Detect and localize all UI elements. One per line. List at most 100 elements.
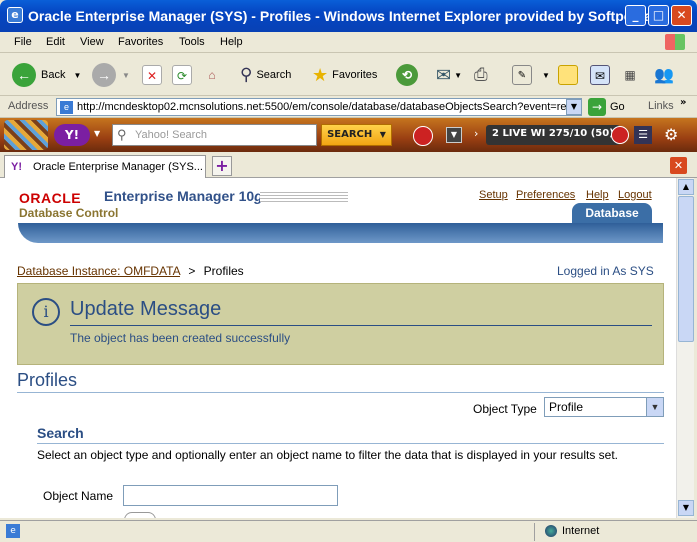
edit-dropdown-icon[interactable]: ▼	[542, 71, 550, 80]
tab-bar: Y! Oracle Enterprise Manager (SYS... + ✕	[0, 152, 697, 178]
yahoo-toolbar: Y! ▼ ⚲ Yahoo! Search SEARCH ▼ ▼ › 2 LIVE…	[0, 118, 697, 152]
object-type-value: Profile	[549, 400, 584, 414]
search-description: Select an object type and optionally ent…	[37, 448, 619, 462]
maximize-button[interactable]: □	[648, 5, 669, 26]
yahoo-search-label: SEARCH	[327, 129, 373, 140]
menu-favorites[interactable]: Favorites	[118, 36, 163, 48]
print-button[interactable]: ⎙	[474, 60, 488, 90]
yahoo-dropdown-icon[interactable]: ▼	[446, 127, 462, 143]
object-type-select[interactable]: Profile ▼	[544, 397, 664, 417]
update-message-title: Update Message	[70, 298, 222, 320]
go-arrow-icon: →	[588, 98, 606, 116]
favorites-button[interactable]: ★ Favorites	[312, 60, 377, 90]
object-name-input[interactable]	[123, 485, 338, 506]
menu-view[interactable]: View	[80, 36, 104, 48]
contacts-button[interactable]: 👥	[654, 60, 674, 90]
history-button[interactable]: ⟲	[396, 60, 418, 90]
live-score-ticker[interactable]: 2 LIVE WI 275/10 (50) v	[486, 125, 620, 145]
preferences-link[interactable]: Preferences	[516, 189, 575, 201]
setup-link[interactable]: Setup	[479, 189, 508, 201]
search-button[interactable]: ⚲ Search	[240, 60, 291, 90]
close-tab-button[interactable]: ✕	[670, 157, 687, 174]
database-control-label: Database Control	[19, 206, 119, 220]
close-button[interactable]: ✕	[671, 5, 692, 26]
home-button[interactable]: ⌂	[202, 60, 222, 90]
edit-icon: ✎	[512, 65, 532, 85]
home-icon: ⌂	[208, 68, 216, 82]
cricket-ball-icon[interactable]	[611, 126, 629, 144]
mail-button[interactable]: ✉ ▼	[436, 60, 462, 90]
scroll-down-icon[interactable]: ▼	[678, 500, 694, 516]
stop-button[interactable]: ✕	[142, 60, 162, 90]
logout-link[interactable]: Logout	[618, 189, 652, 201]
back-arrow-icon: ←	[12, 63, 36, 87]
forward-button[interactable]: → ▼	[92, 60, 130, 90]
messenger-button[interactable]: ✉	[590, 60, 610, 90]
chevron-right-icon[interactable]: ›	[474, 127, 478, 140]
refresh-icon: ⟳	[172, 65, 192, 85]
breadcrumb-database-link[interactable]: Database Instance: OMFDATA	[17, 264, 180, 278]
back-dropdown-icon[interactable]: ▼	[73, 71, 81, 80]
page-status-icon: e	[6, 524, 20, 538]
yahoo-logo-icon[interactable]: Y!	[54, 124, 90, 146]
forward-dropdown-icon[interactable]: ▼	[122, 71, 130, 80]
back-label: Back	[41, 69, 66, 81]
ie-icon: e	[7, 7, 23, 23]
history-icon: ⟲	[396, 64, 418, 86]
list-icon[interactable]: ☰	[634, 126, 652, 144]
breadcrumb-separator: >	[188, 264, 196, 278]
breadcrumb-current: Profiles	[203, 264, 244, 278]
globe-icon	[545, 525, 557, 537]
links-label[interactable]: Links	[648, 100, 674, 112]
minimize-button[interactable]: _	[625, 5, 646, 26]
title-divider	[17, 392, 664, 393]
chevron-down-icon[interactable]: ▼	[646, 398, 663, 416]
menu-tools[interactable]: Tools	[179, 36, 205, 48]
people-icon: 👥	[654, 67, 674, 84]
tab-oracle-em[interactable]: Y! Oracle Enterprise Manager (SYS...	[4, 155, 206, 178]
status-divider	[534, 523, 535, 541]
address-dropdown-icon[interactable]: ▼	[566, 99, 582, 115]
back-button[interactable]: ← Back ▼	[12, 60, 81, 90]
address-url: http://mcndesktop02.mcnsolutions.net:550…	[77, 101, 567, 113]
mail-dropdown-icon[interactable]: ▼	[454, 71, 462, 80]
go-label: Go	[610, 101, 625, 113]
header-bar	[18, 223, 663, 243]
status-bar: e Internet	[0, 520, 697, 542]
edit-button[interactable]: ✎ ▼	[512, 60, 550, 90]
refresh-button[interactable]: ⟳	[172, 60, 192, 90]
toolbar: ← Back ▼ → ▼ ✕ ⟳ ⌂ ⚲ Search ★ Favorites …	[0, 54, 697, 96]
update-message-text: The object has been created successfully	[70, 331, 291, 345]
title-bar: e Oracle Enterprise Manager (SYS) - Prof…	[0, 0, 697, 32]
menu-edit[interactable]: Edit	[46, 36, 65, 48]
menu-help[interactable]: Help	[220, 36, 243, 48]
scroll-up-icon[interactable]: ▲	[678, 179, 694, 195]
gear-icon[interactable]: ⚙	[664, 125, 678, 144]
links-expand-icon[interactable]: »	[680, 97, 686, 108]
object-type-label: Object Type	[473, 402, 537, 416]
yahoo-answers-icon[interactable]	[413, 126, 433, 146]
address-input[interactable]: e http://mcndesktop02.mcnsolutions.net:5…	[56, 98, 582, 116]
page-icon: e	[60, 101, 73, 114]
scroll-thumb[interactable]	[678, 196, 694, 342]
partial-button[interactable]	[124, 512, 156, 518]
search-icon: ⚲	[117, 127, 127, 142]
mail-icon: ✉	[436, 64, 452, 85]
print-icon: ⎙	[474, 65, 488, 84]
go-button[interactable]: → Go	[588, 98, 625, 116]
new-tab-button[interactable]: +	[212, 156, 232, 176]
messenger-icon: ✉	[590, 65, 610, 85]
yahoo-theme-art	[4, 120, 48, 150]
yahoo-search-dropdown-icon[interactable]: ▼	[380, 130, 386, 139]
research-button[interactable]: ▦	[620, 60, 640, 90]
yahoo-menu-dropdown-icon[interactable]: ▼	[94, 129, 100, 138]
yahoo-search-button[interactable]: SEARCH ▼	[321, 124, 392, 146]
discuss-button[interactable]	[558, 60, 578, 90]
help-link[interactable]: Help	[586, 189, 609, 201]
search-icon: ⚲	[240, 65, 253, 84]
object-name-label: Object Name	[43, 489, 114, 503]
yahoo-search-input[interactable]: ⚲ Yahoo! Search	[112, 124, 317, 146]
vertical-scrollbar[interactable]: ▲ ▼	[676, 178, 694, 518]
menu-file[interactable]: File	[14, 36, 32, 48]
tab-database[interactable]: Database	[572, 203, 652, 224]
